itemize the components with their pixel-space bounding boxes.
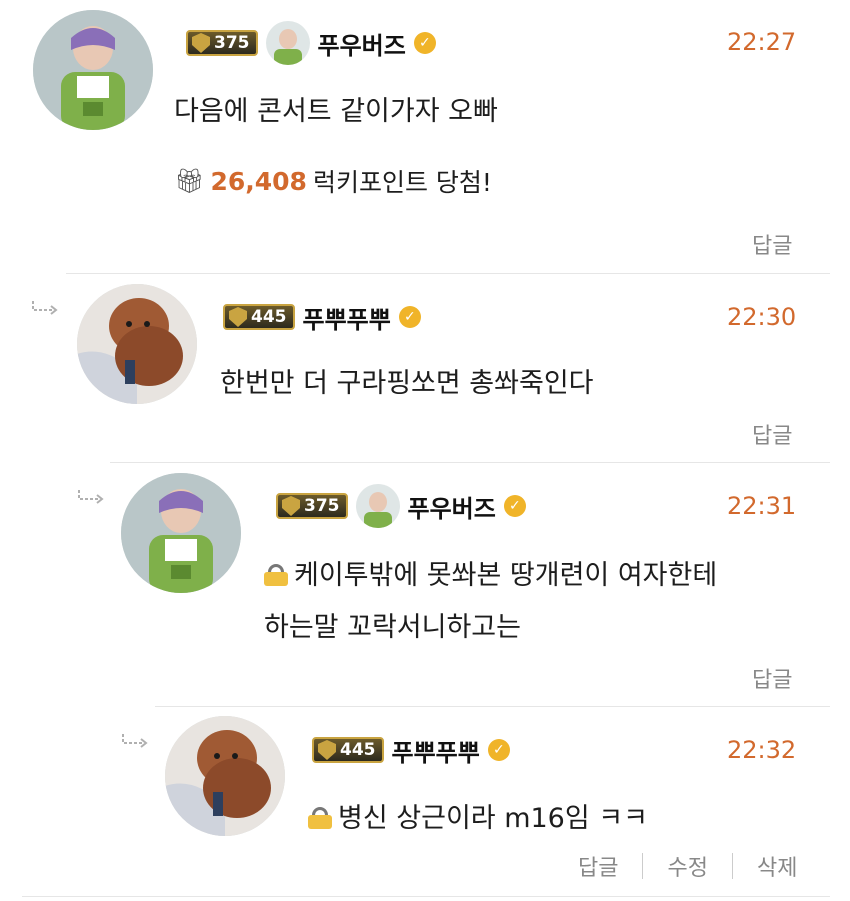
level-badge: 375 [186,30,258,56]
reply-button[interactable]: 답글 [752,662,792,694]
level-badge: 445 [223,304,295,330]
verified-icon: ✓ [503,495,526,517]
verified-icon: ✓ [413,32,436,54]
poodle-avatar[interactable] [77,284,197,404]
comment-text: 한번만 더 구라핑쏘면 총쏴죽인다 [220,368,594,399]
timestamp: 22:30 [727,303,797,331]
buzz-lightyear-avatar[interactable] [121,473,241,593]
delete-button[interactable]: 삭제 [757,850,797,882]
divider [22,896,830,897]
username[interactable]: 푸뿌푸뿌 [303,300,391,335]
reply-arrow-icon [78,490,104,504]
timestamp: 22:31 [727,492,797,520]
separator [642,853,644,879]
reply-arrow-icon [122,734,148,748]
lock-icon [264,564,288,586]
timestamp: 22:32 [727,736,797,764]
comment-text: 병신 상근이라 m16임 ㅋㅋ [308,793,648,845]
lock-icon [308,807,332,829]
edit-button[interactable]: 수정 [667,850,707,882]
username[interactable]: 푸우버즈 [318,26,406,61]
gift-icon: 🎁︎ [174,167,205,195]
mini-avatar [265,21,310,65]
level-badge: 445 [312,737,384,763]
reply-button[interactable]: 답글 [752,228,792,260]
comment-text: 케이투밖에 못쏴본 땅개련이 여자한테 하는말 꼬락서니하고는 [264,560,718,643]
reply-arrow-icon [32,301,58,315]
shield-icon [318,740,336,760]
timestamp: 22:27 [727,28,797,56]
level-badge: 375 [276,493,348,519]
divider [110,462,830,463]
reply-button[interactable]: 답글 [752,418,792,450]
mini-avatar [355,484,400,528]
buzz-lightyear-avatar[interactable] [33,10,153,130]
shield-icon [229,307,247,327]
divider [155,706,830,707]
comment-text: 다음에 콘서트 같이가자 오빠 [174,96,498,127]
reply-button[interactable]: 답글 [578,850,618,882]
shield-icon [192,33,210,53]
verified-icon: ✓ [487,739,510,761]
separator [731,853,733,879]
poodle-avatar[interactable] [165,716,285,836]
username[interactable]: 푸뿌푸뿌 [392,733,480,768]
points-value: 26,408 [210,166,307,196]
username[interactable]: 푸우버즈 [408,489,496,524]
divider [66,273,830,274]
shield-icon [282,496,300,516]
lucky-points: 🎁︎ 26,408 럭키포인트 당첨! [174,163,492,199]
verified-icon: ✓ [398,306,421,328]
points-label: 럭키포인트 당첨! [312,168,492,197]
